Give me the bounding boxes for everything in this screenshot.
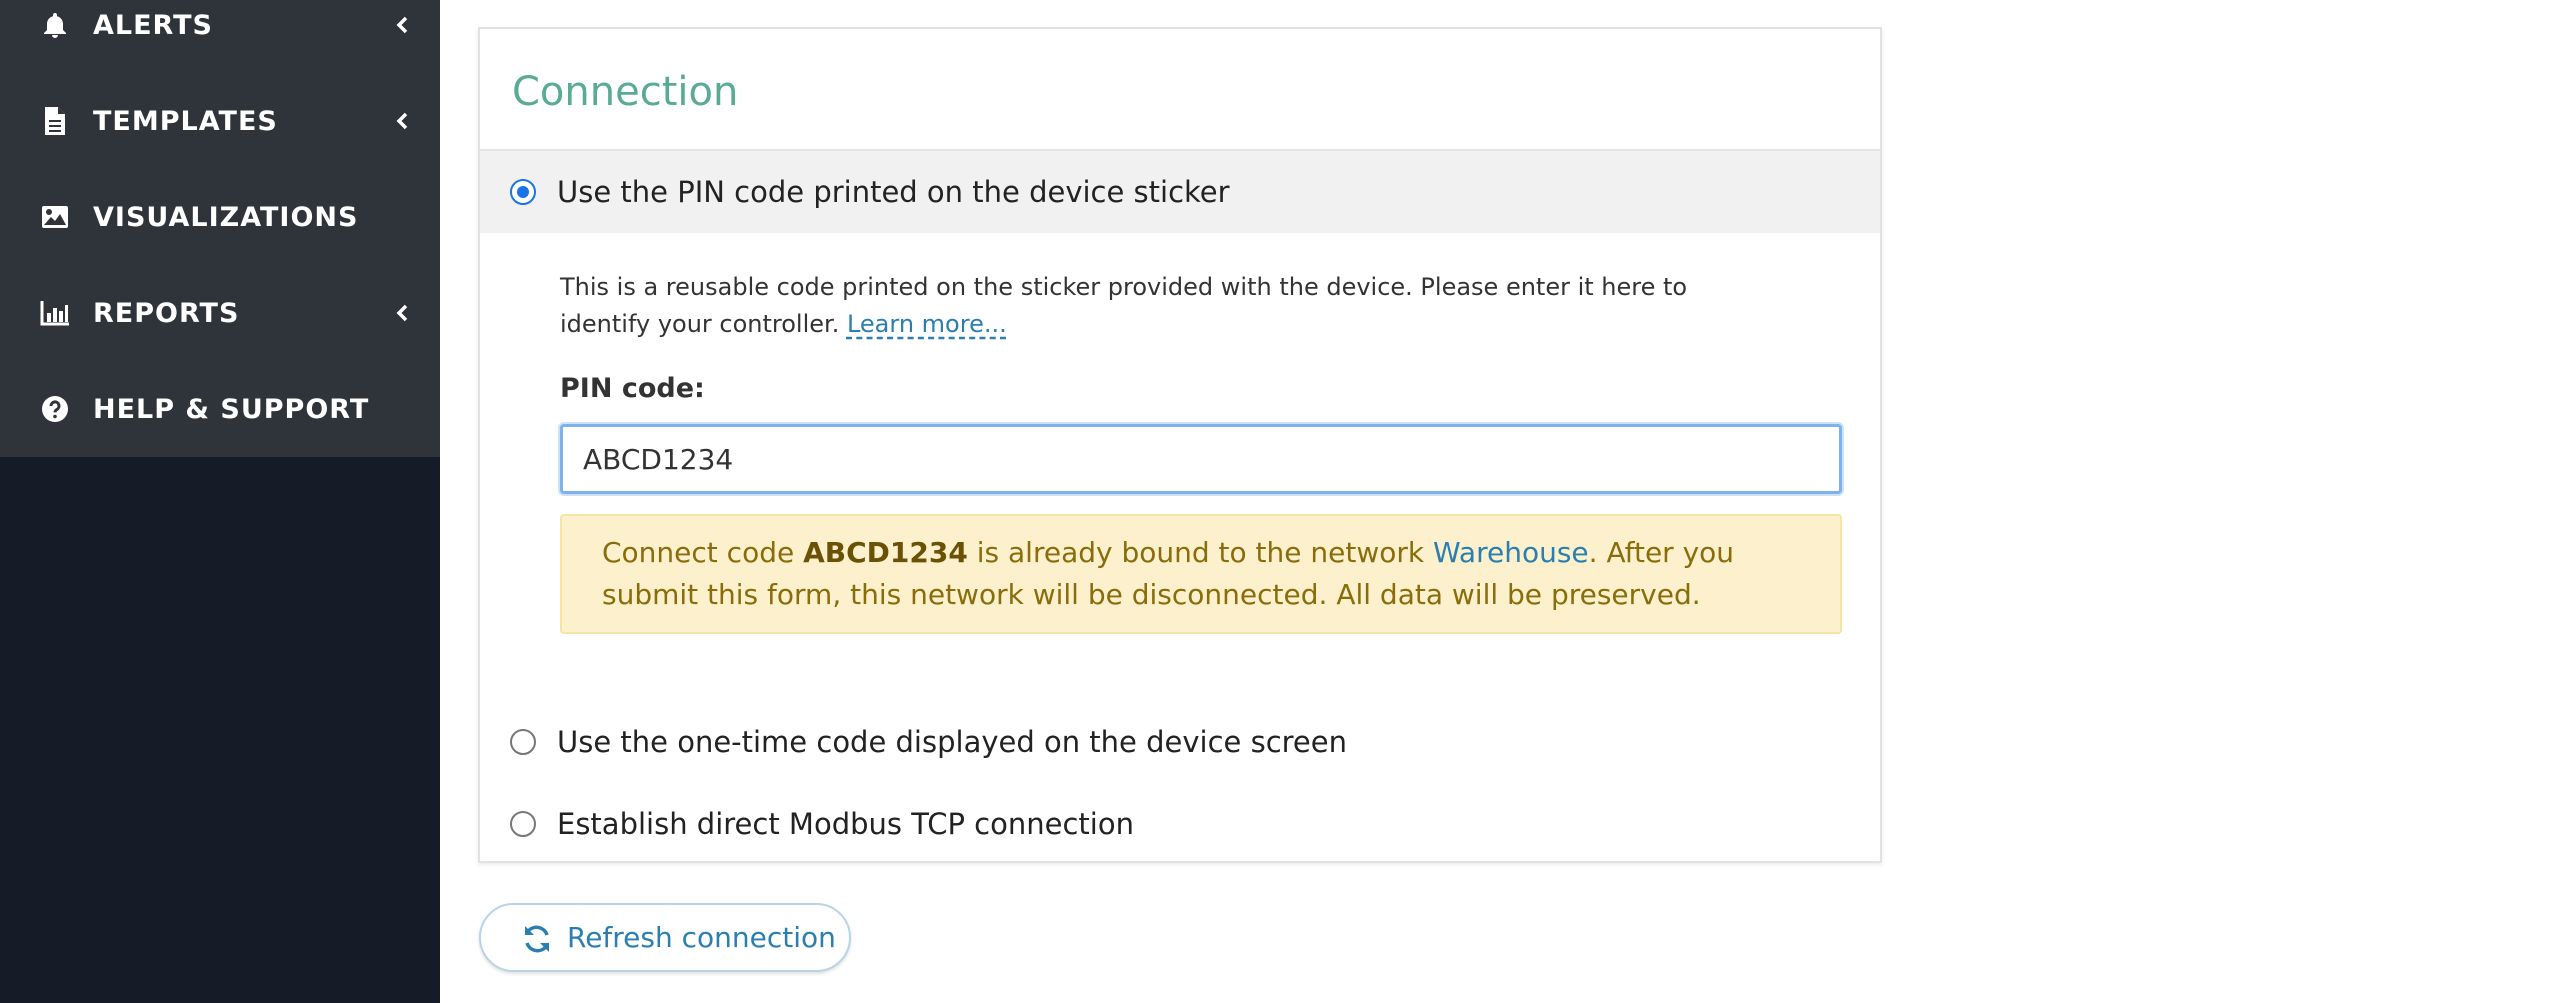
warning-network-link[interactable]: Warehouse <box>1433 536 1589 569</box>
warning-middle: is already bound to the network <box>967 536 1434 569</box>
refresh-button-label: Refresh connection <box>567 921 836 954</box>
pin-code-input[interactable] <box>560 424 1842 494</box>
sidebar-item-visualizations[interactable]: VISUALIZATIONS <box>0 172 440 262</box>
option-one-time-code[interactable]: Use the one-time code displayed on the d… <box>510 722 1347 762</box>
sidebar-item-label: REPORTS <box>93 297 240 329</box>
sidebar-item-label: TEMPLATES <box>93 105 278 137</box>
sidebar-item-label: ALERTS <box>93 9 213 41</box>
warning-alert: Connect code ABCD1234 is already bound t… <box>560 514 1842 634</box>
refresh-icon <box>521 923 553 955</box>
sidebar-menu: ALERTS TEMPLATES VISUALIZATIONS REPORTS … <box>0 0 440 457</box>
bar-chart-icon <box>40 298 70 328</box>
option-pin-code[interactable]: Use the PIN code printed on the device s… <box>510 172 1230 212</box>
radio-one-time-code[interactable] <box>510 729 536 755</box>
sidebar: ALERTS TEMPLATES VISUALIZATIONS REPORTS … <box>0 0 440 1003</box>
refresh-connection-button[interactable]: Refresh connection <box>479 903 851 972</box>
chevron-left-icon <box>392 111 412 131</box>
warning-prefix: Connect code <box>602 536 804 569</box>
connection-card: Connection Use the PIN code printed on t… <box>478 27 1882 863</box>
pin-code-label: PIN code: <box>560 373 705 404</box>
bell-icon <box>40 10 70 40</box>
pin-description: This is a reusable code printed on the s… <box>560 269 1780 343</box>
sidebar-item-label: HELP & SUPPORT <box>93 393 370 425</box>
option-label: Use the one-time code displayed on the d… <box>557 725 1347 759</box>
card-title: Connection <box>512 69 739 115</box>
file-icon <box>40 106 70 136</box>
warning-code: ABCD1234 <box>803 536 968 569</box>
radio-pin-code[interactable] <box>510 179 536 205</box>
option-label: Use the PIN code printed on the device s… <box>557 175 1230 209</box>
description-text: This is a reusable code printed on the s… <box>560 273 1688 338</box>
sidebar-item-reports[interactable]: REPORTS <box>0 268 440 358</box>
learn-more-link[interactable]: Learn more... <box>847 310 1007 338</box>
sidebar-item-help-support[interactable]: HELP & SUPPORT <box>0 364 440 454</box>
chevron-left-icon <box>392 15 412 35</box>
radio-modbus-tcp[interactable] <box>510 811 536 837</box>
sidebar-item-alerts[interactable]: ALERTS <box>0 0 440 70</box>
chevron-left-icon <box>392 303 412 323</box>
question-circle-icon <box>40 394 70 424</box>
option-modbus-tcp[interactable]: Establish direct Modbus TCP connection <box>510 804 1134 844</box>
option-label: Establish direct Modbus TCP connection <box>557 807 1134 841</box>
image-icon <box>40 202 70 232</box>
sidebar-item-label: VISUALIZATIONS <box>93 201 359 233</box>
sidebar-item-templates[interactable]: TEMPLATES <box>0 76 440 166</box>
